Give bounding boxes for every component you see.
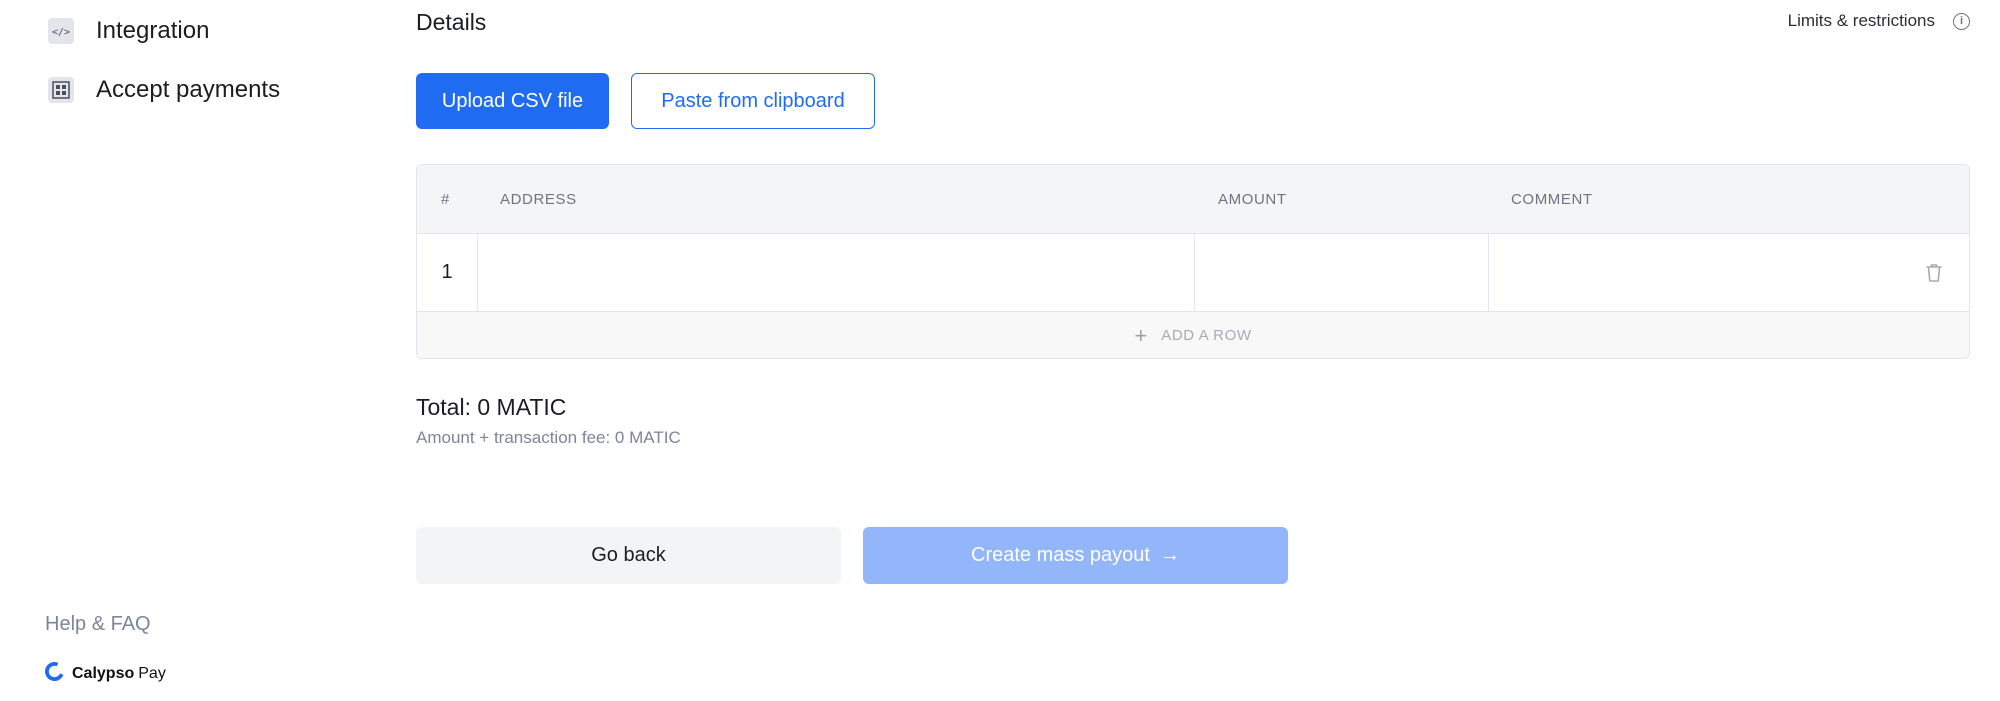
sidebar: </> Integration Accept payments Help & F… bbox=[0, 0, 380, 701]
info-icon[interactable]: i bbox=[1953, 12, 1970, 30]
limits-label: Limits & restrictions bbox=[1787, 11, 1935, 30]
amount-input[interactable] bbox=[1195, 234, 1489, 311]
column-header-address: ADDRESS bbox=[500, 191, 577, 208]
brand-suffix: Pay bbox=[138, 665, 166, 682]
table-row: 1 bbox=[417, 234, 1969, 312]
sidebar-item-label: Integration bbox=[96, 17, 210, 44]
arrow-right-icon: → bbox=[1159, 544, 1180, 566]
fee-amount: Amount + transaction fee: 0 MATIC bbox=[416, 428, 681, 447]
total-amount: Total: 0 MATIC bbox=[416, 394, 567, 420]
brand-name: Calypso bbox=[72, 665, 135, 682]
trash-icon[interactable] bbox=[1923, 262, 1945, 284]
comment-input[interactable] bbox=[1489, 234, 1919, 311]
create-mass-payout-button[interactable]: Create mass payout → bbox=[863, 527, 1288, 584]
column-header-number: # bbox=[441, 191, 450, 208]
add-row-button[interactable]: + ADD A ROW bbox=[417, 312, 1969, 358]
column-header-amount: AMOUNT bbox=[1218, 191, 1287, 208]
table-header: # ADDRESS AMOUNT COMMENT bbox=[417, 165, 1969, 234]
sidebar-item-accept-payments[interactable]: Accept payments bbox=[48, 70, 280, 110]
payout-table: # ADDRESS AMOUNT COMMENT 1 + ADD A ROW bbox=[416, 164, 1970, 359]
plus-icon: + bbox=[1134, 322, 1148, 348]
go-back-button[interactable]: Go back bbox=[416, 527, 841, 584]
svg-text:</>: </> bbox=[52, 27, 70, 37]
paste-clipboard-button[interactable]: Paste from clipboard bbox=[631, 73, 875, 129]
address-input[interactable] bbox=[478, 234, 1195, 311]
main-content: Details Limits & restrictions i Upload C… bbox=[416, 0, 1970, 701]
upload-csv-button[interactable]: Upload CSV file bbox=[416, 73, 609, 129]
page-title: Details bbox=[416, 9, 487, 35]
create-mass-payout-label: Create mass payout bbox=[971, 544, 1150, 566]
limits-restrictions-link[interactable]: Limits & restrictions i bbox=[1788, 11, 1970, 31]
brand-logo: Calypso Pay bbox=[45, 662, 166, 686]
sidebar-item-label: Accept payments bbox=[96, 76, 281, 103]
row-index: 1 bbox=[417, 234, 478, 311]
calypso-logo-icon bbox=[45, 662, 64, 686]
qr-code-icon bbox=[48, 77, 74, 103]
code-icon: </> bbox=[48, 18, 74, 44]
help-faq-link[interactable]: Help & FAQ bbox=[45, 613, 151, 636]
column-header-comment: COMMENT bbox=[1511, 191, 1593, 208]
sidebar-item-integration[interactable]: </> Integration bbox=[48, 11, 209, 51]
add-row-label: ADD A ROW bbox=[1161, 327, 1252, 344]
